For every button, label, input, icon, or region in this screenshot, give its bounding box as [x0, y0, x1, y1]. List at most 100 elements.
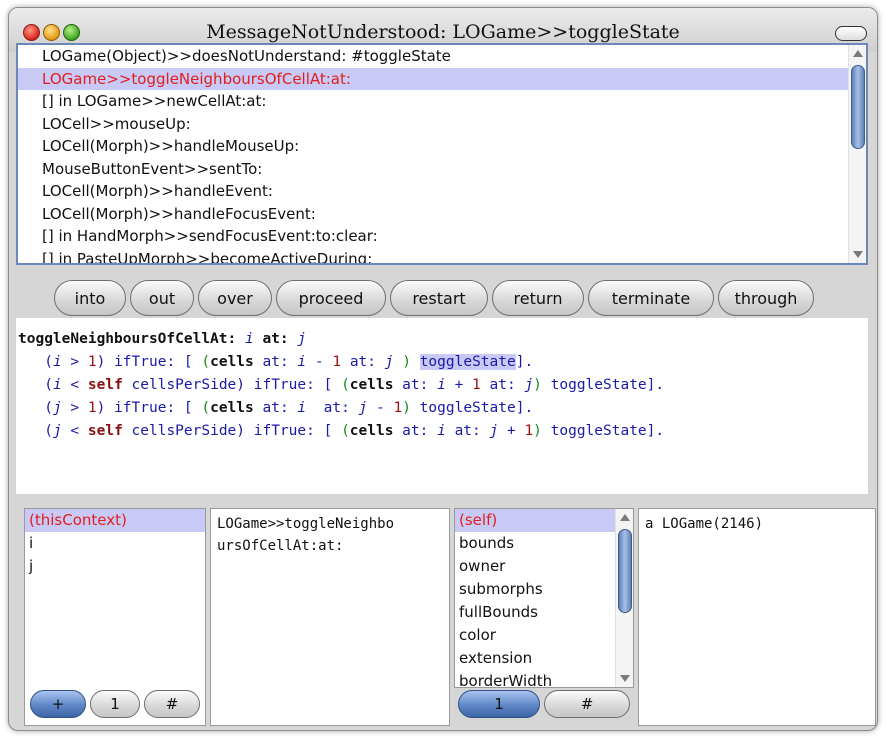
receiver-var-item[interactable]: owner [455, 555, 615, 578]
code-token: ifTrue: [ [105, 400, 202, 416]
code-token: ( [341, 377, 350, 393]
code-arg: i [297, 354, 307, 370]
code-number: 1 [393, 400, 403, 416]
context-var-item[interactable]: (thisContext) [25, 509, 205, 532]
over-button[interactable]: over [198, 280, 272, 316]
code-token: toggleState [541, 423, 647, 439]
code-token: < [61, 423, 88, 439]
code-token: + [498, 423, 525, 439]
code-token: ]. [515, 400, 534, 416]
code-token: ]. [515, 354, 534, 370]
through-button[interactable]: through [718, 280, 814, 316]
stack-frame[interactable]: LOGame(Object)>>doesNotUnderstand: #togg… [18, 45, 848, 68]
code-token: ( [201, 400, 211, 416]
code-token: - [367, 400, 394, 416]
stack-trace-pane[interactable]: LOGame(Object)>>doesNotUnderstand: #togg… [16, 43, 868, 265]
code-token: ( [44, 377, 53, 393]
collapse-window-button[interactable] [835, 26, 867, 41]
code-token: cellsPerSide [122, 423, 237, 439]
scroll-down-arrow-icon[interactable] [620, 675, 630, 682]
receiver-var-item[interactable]: color [455, 624, 615, 647]
receiver-value-text: a LOGame(2146) [645, 516, 764, 532]
receiver-scrollbar[interactable] [615, 509, 633, 687]
stack-scrollbar[interactable] [848, 45, 866, 263]
scroll-thumb[interactable] [618, 529, 632, 613]
code-token: toggleState [410, 400, 516, 416]
terminate-button[interactable]: terminate [588, 280, 714, 316]
code-self: self [87, 423, 123, 439]
code-arg: j [358, 400, 368, 416]
receiver-var-item[interactable]: extension [455, 647, 615, 670]
into-button[interactable]: into [54, 280, 126, 316]
context-one-button[interactable]: 1 [90, 690, 140, 718]
code-token: > [61, 354, 88, 370]
code-number: 1 [332, 354, 342, 370]
code-token: ]. [646, 423, 665, 439]
context-var-item[interactable]: i [25, 532, 205, 555]
scroll-up-arrow-icon[interactable] [853, 50, 863, 57]
code-number: 1 [472, 377, 481, 393]
stack-frame[interactable]: LOCell(Morph)>>handleFocusEvent: [18, 203, 848, 226]
method-keyword: at: [262, 331, 289, 347]
return-button[interactable]: return [492, 280, 584, 316]
code-token: ) [236, 423, 246, 439]
stack-frame[interactable]: MouseButtonEvent>>sentTo: [18, 158, 848, 181]
code-line-1: toggleNeighboursOfCellAt: i at: j [18, 331, 306, 347]
code-token: ) [533, 423, 542, 439]
code-arg: i [52, 354, 62, 370]
code-ivar: cells [210, 354, 254, 370]
code-line-2: (i > 1) ifTrue: [ (cells at: i - 1 at: j… [18, 354, 533, 370]
method-selector: toggleNeighboursOfCellAt: [18, 331, 237, 347]
code-token: ifTrue: [ [245, 377, 342, 393]
stack-trace-list[interactable]: LOGame(Object)>>doesNotUnderstand: #togg… [18, 45, 848, 263]
code-arg: i [437, 423, 446, 439]
scroll-thumb[interactable] [851, 65, 865, 149]
code-token: - [306, 354, 333, 370]
scroll-down-arrow-icon[interactable] [853, 251, 863, 258]
receiver-one-button[interactable]: 1 [458, 690, 540, 718]
code-token: ) [393, 354, 411, 370]
context-hash-button[interactable]: # [144, 690, 200, 718]
receiver-var-item[interactable]: borderWidth [455, 670, 615, 687]
receiver-variables-pane[interactable]: (self) bounds owner submorphs fullBounds… [454, 508, 634, 688]
code-self: self [87, 377, 123, 393]
receiver-var-item[interactable]: bounds [455, 532, 615, 555]
code-token: ifTrue: [ [105, 354, 202, 370]
stack-frame-selected[interactable]: LOGame>>toggleNeighboursOfCellAt:at: [18, 67, 848, 90]
scroll-up-arrow-icon[interactable] [620, 514, 630, 521]
context-plus-button[interactable]: + [30, 690, 86, 718]
receiver-var-item[interactable]: submorphs [455, 578, 615, 601]
stack-frame[interactable]: LOCell>>mouseUp: [18, 113, 848, 136]
context-value-pane[interactable]: LOGame>>toggleNeighbo ursOfCellAt:at: [210, 508, 450, 726]
source-code-pane[interactable]: toggleNeighboursOfCellAt: i at: j (i > 1… [16, 318, 868, 494]
receiver-var-item[interactable]: fullBounds [455, 601, 615, 624]
code-arg: i [297, 400, 307, 416]
code-token: ]. [646, 377, 665, 393]
code-token: ( [44, 423, 53, 439]
out-button[interactable]: out [130, 280, 194, 316]
stack-frame[interactable]: LOCell(Morph)>>handleMouseUp: [18, 135, 848, 158]
proceed-button[interactable]: proceed [276, 280, 386, 316]
restart-button[interactable]: restart [390, 280, 488, 316]
code-token: cellsPerSide [122, 377, 237, 393]
context-var-item[interactable]: j [25, 555, 205, 578]
code-token: ( [341, 423, 350, 439]
code-token: < [61, 377, 88, 393]
code-ivar: cells [349, 423, 394, 439]
code-token: ( [44, 354, 53, 370]
receiver-variables-list[interactable]: (self) bounds owner submorphs fullBounds… [455, 509, 615, 687]
stack-frame[interactable]: [] in PasteUpMorph>>becomeActiveDuring: [18, 248, 848, 264]
code-arg: j [489, 423, 499, 439]
stack-frame[interactable]: LOCell(Morph)>>handleEvent: [18, 180, 848, 203]
stack-frame[interactable]: [] in HandMorph>>sendFocusEvent:to:clear… [18, 225, 848, 248]
context-value-line-1: LOGame>>toggleNeighbo [217, 516, 395, 532]
code-arg: j [52, 423, 62, 439]
stack-frame[interactable]: [] in LOGame>>newCellAt:at: [18, 90, 848, 113]
code-line-5: (j < self cellsPerSide) ifTrue: [ (cells… [18, 423, 664, 439]
code-token: ) [236, 377, 246, 393]
receiver-hash-button[interactable]: # [544, 690, 630, 718]
receiver-value-pane[interactable]: a LOGame(2146) [638, 508, 876, 726]
code-token: + [445, 377, 473, 393]
window-title: MessageNotUnderstood: LOGame>>toggleStat… [206, 21, 680, 43]
receiver-var-item[interactable]: (self) [455, 509, 615, 532]
